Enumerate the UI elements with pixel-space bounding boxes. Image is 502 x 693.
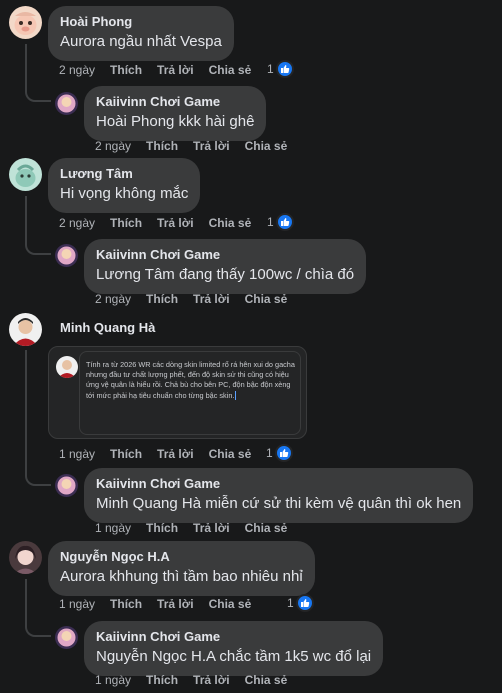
reaction-count[interactable]: 1 (266, 444, 293, 462)
attachment-avatar (56, 356, 78, 378)
reply-button[interactable]: Trả lời (157, 216, 194, 230)
reaction-number: 1 (287, 596, 294, 610)
comment-bubble: Nguyễn Ngọc H.A Aurora khhung thì tầm ba… (48, 541, 315, 596)
reply-actions: 2 ngày Thích Trả lời Chia sẻ (95, 290, 302, 308)
reply-time[interactable]: 1 ngày (95, 521, 131, 535)
thread-connector (25, 579, 51, 637)
reaction-number: 1 (266, 446, 273, 460)
comment-actions: 2 ngày Thích Trả lời Chia sẻ (59, 61, 266, 79)
reply-text: Lương Tâm đang thấy 100wc / chìa đó (96, 266, 355, 283)
avatar-kaiivinn[interactable] (55, 92, 78, 115)
share-button[interactable]: Chia sẻ (209, 216, 252, 230)
like-button[interactable]: Thích (110, 597, 142, 611)
reply-button[interactable]: Trả lời (193, 292, 230, 306)
comment-bubble: Lương Tâm Hi vọng không mắc (48, 158, 201, 213)
reply-actions: 1 ngày Thích Trả lời Chia sẻ (95, 519, 302, 537)
reaction-number: 1 (267, 215, 274, 229)
comment-actions: 2 ngày Thích Trả lời Chia sẻ (59, 214, 266, 232)
avatar-nguyen-ngoc-ha[interactable] (9, 541, 42, 574)
reply-button[interactable]: Trả lời (157, 597, 194, 611)
reply-button[interactable]: Trả lời (157, 63, 194, 77)
reply-button[interactable]: Trả lời (157, 447, 194, 461)
comment-author[interactable]: Nguyễn Ngọc H.A (60, 549, 303, 565)
like-button[interactable]: Thích (146, 292, 178, 306)
share-button[interactable]: Chia sẻ (209, 63, 252, 77)
reply-bubble: Kaiivinn Chơi Game Nguyễn Ngọc H.A chắc … (84, 621, 384, 676)
share-button[interactable]: Chia sẻ (245, 292, 288, 306)
comment-author[interactable]: Lương Tâm (60, 166, 188, 182)
comment-time[interactable]: 2 ngày (59, 63, 95, 77)
reaction-count[interactable]: 1 (287, 594, 314, 612)
reply-bubble: Kaiivinn Chơi Game Hoài Phong kkk hài gh… (84, 86, 267, 141)
reply-author[interactable]: Kaiivinn Chơi Game (96, 94, 254, 110)
comment-text: Aurora ngầu nhất Vespa (60, 33, 222, 50)
like-button[interactable]: Thích (146, 521, 178, 535)
share-button[interactable]: Chia sẻ (209, 447, 252, 461)
comment-text: Aurora khhung thì tầm bao nhiêu nhỉ (60, 568, 303, 585)
reply-time[interactable]: 2 ngày (95, 292, 131, 306)
reply-author[interactable]: Kaiivinn Chơi Game (96, 247, 354, 263)
like-button[interactable]: Thích (110, 216, 142, 230)
like-button[interactable]: Thích (146, 139, 178, 153)
like-button[interactable]: Thích (110, 447, 142, 461)
reply-time[interactable]: 2 ngày (95, 139, 131, 153)
comment-actions: 1 ngày Thích Trả lời Chia sẻ (59, 445, 266, 463)
reaction-count[interactable]: 1 (267, 213, 294, 231)
reaction-number: 1 (267, 62, 274, 76)
comment-bubble: Hoài Phong Aurora ngầu nhất Vespa (48, 6, 234, 61)
like-reaction-icon (275, 60, 294, 78)
avatar-kaiivinn[interactable] (55, 474, 78, 497)
comment-author[interactable]: Minh Quang Hà (60, 320, 155, 335)
attachment-text-content: Tính ra từ 2026 WR các dòng skin limited… (86, 360, 295, 400)
comment-time[interactable]: 1 ngày (59, 597, 95, 611)
like-reaction-icon (274, 444, 293, 462)
reaction-count[interactable]: 1 (267, 60, 294, 78)
avatar-luong-tam[interactable] (9, 158, 42, 191)
reply-time[interactable]: 1 ngày (95, 673, 131, 687)
attachment-image[interactable]: Tính ra từ 2026 WR các dòng skin limited… (48, 346, 307, 439)
avatar-hoai-phong[interactable] (9, 6, 42, 39)
comment-text: Hi vọng không mắc (60, 185, 189, 202)
like-button[interactable]: Thích (110, 63, 142, 77)
comment-author[interactable]: Hoài Phong (60, 14, 222, 30)
share-button[interactable]: Chia sẻ (245, 139, 288, 153)
thread-connector (25, 44, 51, 102)
thread-connector (25, 350, 51, 486)
share-button[interactable]: Chia sẻ (245, 521, 288, 535)
reply-text: Nguyễn Ngọc H.A chắc tầm 1k5 wc đổ lại (96, 648, 372, 665)
comment-time[interactable]: 1 ngày (59, 447, 95, 461)
reply-bubble: Kaiivinn Chơi Game Lương Tâm đang thấy 1… (84, 239, 367, 294)
like-button[interactable]: Thích (146, 673, 178, 687)
avatar-kaiivinn[interactable] (55, 244, 78, 267)
like-reaction-icon (295, 594, 314, 612)
thread-connector (25, 196, 51, 255)
share-button[interactable]: Chia sẻ (209, 597, 252, 611)
reply-button[interactable]: Trả lời (193, 139, 230, 153)
reply-author[interactable]: Kaiivinn Chơi Game (96, 476, 461, 492)
comment-time[interactable]: 2 ngày (59, 216, 95, 230)
attachment-text-box: Tính ra từ 2026 WR các dòng skin limited… (79, 351, 301, 435)
reply-text: Hoài Phong kkk hài ghê (96, 113, 255, 130)
reply-button[interactable]: Trả lời (193, 521, 230, 535)
avatar-kaiivinn[interactable] (55, 626, 78, 649)
avatar-minh-quang-ha[interactable] (9, 313, 42, 346)
reply-author[interactable]: Kaiivinn Chơi Game (96, 629, 371, 645)
reply-text: Minh Quang Hà miễn cứ sử thi kèm vệ quân… (96, 495, 462, 512)
reply-button[interactable]: Trả lời (193, 673, 230, 687)
comment-actions: 1 ngày Thích Trả lời Chia sẻ (59, 595, 266, 613)
reply-actions: 1 ngày Thích Trả lời Chia sẻ (95, 671, 302, 689)
reply-actions: 2 ngày Thích Trả lời Chia sẻ (95, 137, 302, 155)
attachment-text: Tính ra từ 2026 WR các dòng skin limited… (86, 360, 298, 401)
like-reaction-icon (275, 213, 294, 231)
reply-bubble: Kaiivinn Chơi Game Minh Quang Hà miễn cứ… (84, 468, 474, 523)
text-cursor (235, 391, 237, 401)
share-button[interactable]: Chia sẻ (245, 673, 288, 687)
